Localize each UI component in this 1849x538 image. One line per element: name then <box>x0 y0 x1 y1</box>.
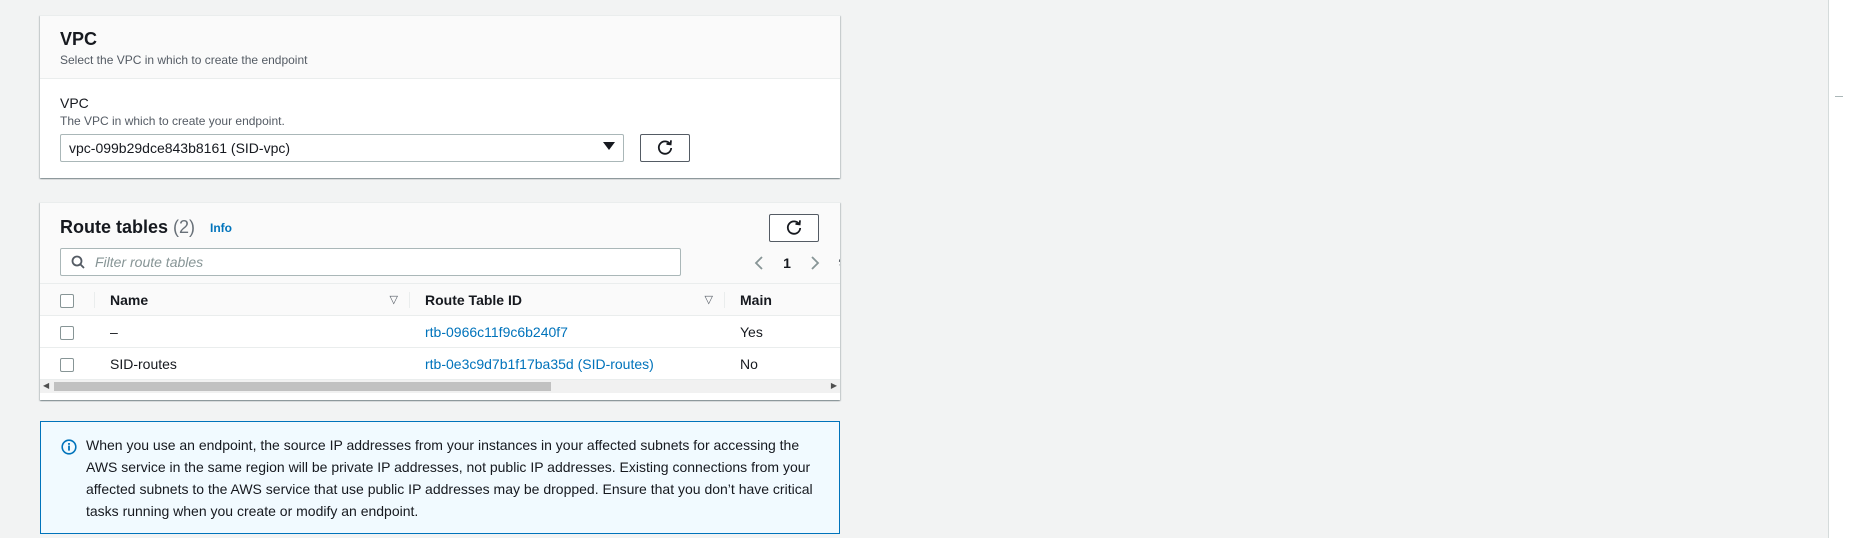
refresh-icon <box>786 220 802 235</box>
column-header-route-table-id[interactable]: Route Table ID ▽ <box>410 283 725 316</box>
route-tables-container: Route tables (2) Info 1 <box>40 202 840 400</box>
column-header-name[interactable]: Name ▽ <box>95 283 410 316</box>
route-tables-title: Route tables (2) <box>60 215 195 239</box>
route-tables-filter[interactable] <box>60 248 681 276</box>
vpc-field-description: The VPC in which to create your endpoint… <box>60 114 285 128</box>
route-tables-table: Name ▽ Route Table ID ▽ Main – rtb-0966c11… <box>40 283 840 380</box>
vpc-container-header: VPC Select the VPC in which to create th… <box>40 16 840 79</box>
pagination-next-button[interactable] <box>801 253 829 273</box>
vpc-select-value: vpc-099b29dce843b8161 (SID-vpc) <box>69 140 291 156</box>
sort-icon[interactable]: ▽ <box>390 293 398 306</box>
column-header-name-label: Name <box>110 291 149 308</box>
route-tables-info-link[interactable]: Info <box>210 221 232 235</box>
route-table-id-link[interactable]: rtb-0966c11f9c6b240f7 <box>425 324 568 340</box>
row-checkbox[interactable] <box>60 357 74 372</box>
table-row[interactable]: – rtb-0966c11f9c6b240f7 Yes <box>40 315 840 348</box>
vpc-container: VPC Select the VPC in which to create th… <box>40 15 840 178</box>
select-all-checkbox[interactable] <box>60 293 74 308</box>
info-alert: When you use an endpoint, the source IP … <box>40 421 840 534</box>
route-tables-header: Route tables (2) Info 1 <box>40 203 840 283</box>
info-alert-text: When you use an endpoint, the source IP … <box>86 437 813 519</box>
route-table-id-link[interactable]: rtb-0e3c9d7b1f17ba35d (SID-routes) <box>425 356 654 372</box>
scroll-left-arrow-icon[interactable]: ◀ <box>43 381 49 390</box>
scroll-right-arrow-icon[interactable]: ▶ <box>831 381 837 390</box>
vpc-form-field: VPC The VPC in which to create your endp… <box>40 79 840 162</box>
refresh-icon <box>657 140 673 155</box>
panel-edge-marker <box>1835 96 1843 97</box>
column-header-main-label: Main <box>740 291 772 308</box>
info-icon <box>61 439 77 461</box>
horizontal-scrollbar[interactable]: ◀ ▶ <box>40 380 840 393</box>
chevron-left-icon <box>754 256 763 270</box>
column-header-main[interactable]: Main <box>725 283 840 316</box>
right-side-panel-edge <box>1828 0 1849 538</box>
route-tables-filter-input[interactable] <box>93 253 657 271</box>
chevron-right-icon <box>811 256 820 270</box>
table-row[interactable]: SID-routes rtb-0e3c9d7b1f17ba35d (SID-ro… <box>40 347 840 380</box>
pagination-previous-button[interactable] <box>745 253 773 273</box>
caret-down-icon <box>603 141 615 155</box>
sort-icon[interactable]: ▽ <box>705 293 713 306</box>
row-main: Yes <box>725 315 840 348</box>
row-select-cell <box>40 315 95 348</box>
row-name: – <box>95 315 410 348</box>
table-preferences-button[interactable] <box>837 253 840 276</box>
row-name: SID-routes <box>95 347 410 380</box>
vpc-section-description: Select the VPC in which to create the en… <box>60 53 308 67</box>
pagination-page-number[interactable]: 1 <box>773 253 801 273</box>
route-tables-count: (2) <box>173 217 196 237</box>
vpc-field-label: VPC <box>60 95 89 111</box>
row-select-cell <box>40 347 95 380</box>
vpc-refresh-button[interactable] <box>640 134 690 162</box>
search-icon <box>71 255 85 269</box>
pagination: 1 <box>745 253 829 273</box>
scrollbar-thumb[interactable] <box>54 382 551 391</box>
select-all-cell <box>40 283 95 316</box>
vpc-section-title: VPC <box>60 29 98 49</box>
column-header-route-table-id-label: Route Table ID <box>425 291 522 308</box>
route-tables-title-text: Route tables <box>60 217 169 237</box>
gear-icon <box>838 258 840 266</box>
vpc-select[interactable]: vpc-099b29dce843b8161 (SID-vpc) <box>60 134 624 162</box>
row-main: No <box>725 347 840 380</box>
table-header-row: Name ▽ Route Table ID ▽ Main <box>40 283 840 316</box>
route-tables-refresh-button[interactable] <box>769 214 819 242</box>
row-checkbox[interactable] <box>60 325 74 340</box>
